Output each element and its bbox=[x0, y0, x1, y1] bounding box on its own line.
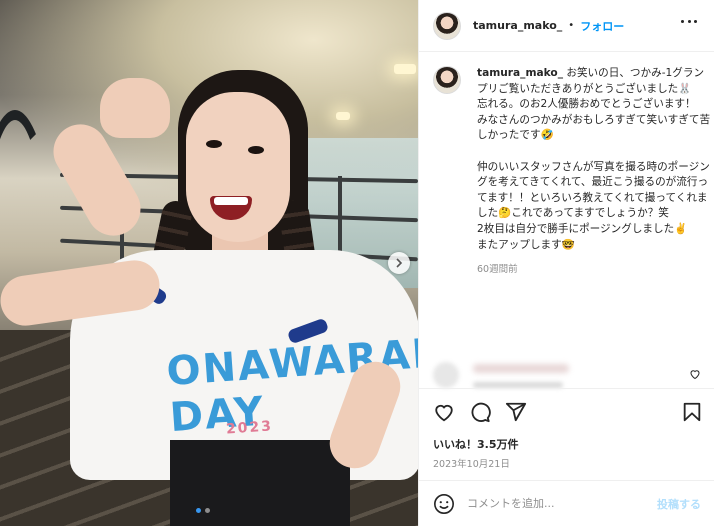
comment-avatar bbox=[433, 362, 459, 388]
caption: tamura_mako_ お笑いの日、つかみ-1グランプリご覧いただきありがとう… bbox=[477, 66, 713, 253]
caption-section: tamura_mako_ お笑いの日、つかみ-1グランプリご覧いただきありがとう… bbox=[419, 52, 714, 357]
likes-count[interactable]: いいね！3.5万件 bbox=[433, 436, 519, 452]
carousel-indicator bbox=[196, 508, 210, 513]
comment-button[interactable] bbox=[469, 401, 491, 423]
save-button[interactable] bbox=[681, 401, 703, 423]
comment-text-blurred bbox=[473, 364, 569, 373]
post-comment-button[interactable]: 投稿する bbox=[657, 496, 701, 512]
heart-hand bbox=[100, 78, 170, 138]
follow-button[interactable]: フォロー bbox=[580, 18, 624, 34]
share-button[interactable] bbox=[505, 401, 527, 423]
caption-avatar[interactable] bbox=[433, 66, 461, 94]
carousel-dot-active bbox=[196, 508, 201, 513]
caption-time: 60週間前 bbox=[477, 264, 518, 276]
teeth bbox=[214, 197, 248, 205]
bookmark-icon bbox=[683, 402, 701, 422]
carousel-next-button[interactable] bbox=[388, 252, 410, 274]
separator-dot: • bbox=[568, 20, 575, 31]
carousel-dot bbox=[205, 508, 210, 513]
post-date: 2023年10月21日 bbox=[433, 459, 510, 470]
caption-username[interactable]: tamura_mako_ bbox=[477, 67, 563, 79]
more-options-icon[interactable] bbox=[681, 20, 697, 26]
ceiling-light bbox=[336, 112, 350, 120]
add-comment-bar: 投稿する bbox=[419, 480, 714, 526]
action-bar bbox=[419, 388, 714, 434]
ceiling-light bbox=[394, 64, 416, 74]
like-button[interactable] bbox=[433, 401, 455, 423]
username-link[interactable]: tamura_mako_ bbox=[473, 19, 562, 32]
send-icon bbox=[505, 402, 527, 422]
avatar[interactable] bbox=[433, 11, 461, 40]
right-eye bbox=[248, 146, 264, 154]
skirt bbox=[170, 440, 350, 526]
post-header: tamura_mako_ • フォロー bbox=[419, 0, 714, 52]
comment-like-icon[interactable] bbox=[689, 368, 701, 380]
face bbox=[186, 92, 290, 242]
smiley-icon[interactable] bbox=[433, 493, 455, 515]
post-photo[interactable]: ONAWARAI DAY 2023 bbox=[0, 0, 418, 526]
heart-icon bbox=[435, 404, 453, 422]
chevron-right-icon bbox=[396, 258, 403, 268]
shirt-year: 2023 bbox=[225, 418, 274, 438]
left-eye bbox=[206, 140, 222, 148]
post-side-panel: tamura_mako_ • フォロー tamura_mako_ お笑いの日、つ… bbox=[418, 0, 714, 526]
comment-icon bbox=[471, 402, 491, 423]
comment-input[interactable] bbox=[467, 497, 647, 510]
caption-text: お笑いの日、つかみ-1グランプリご覧いただきありがとうございました🐰 忘れる。の… bbox=[477, 67, 711, 251]
